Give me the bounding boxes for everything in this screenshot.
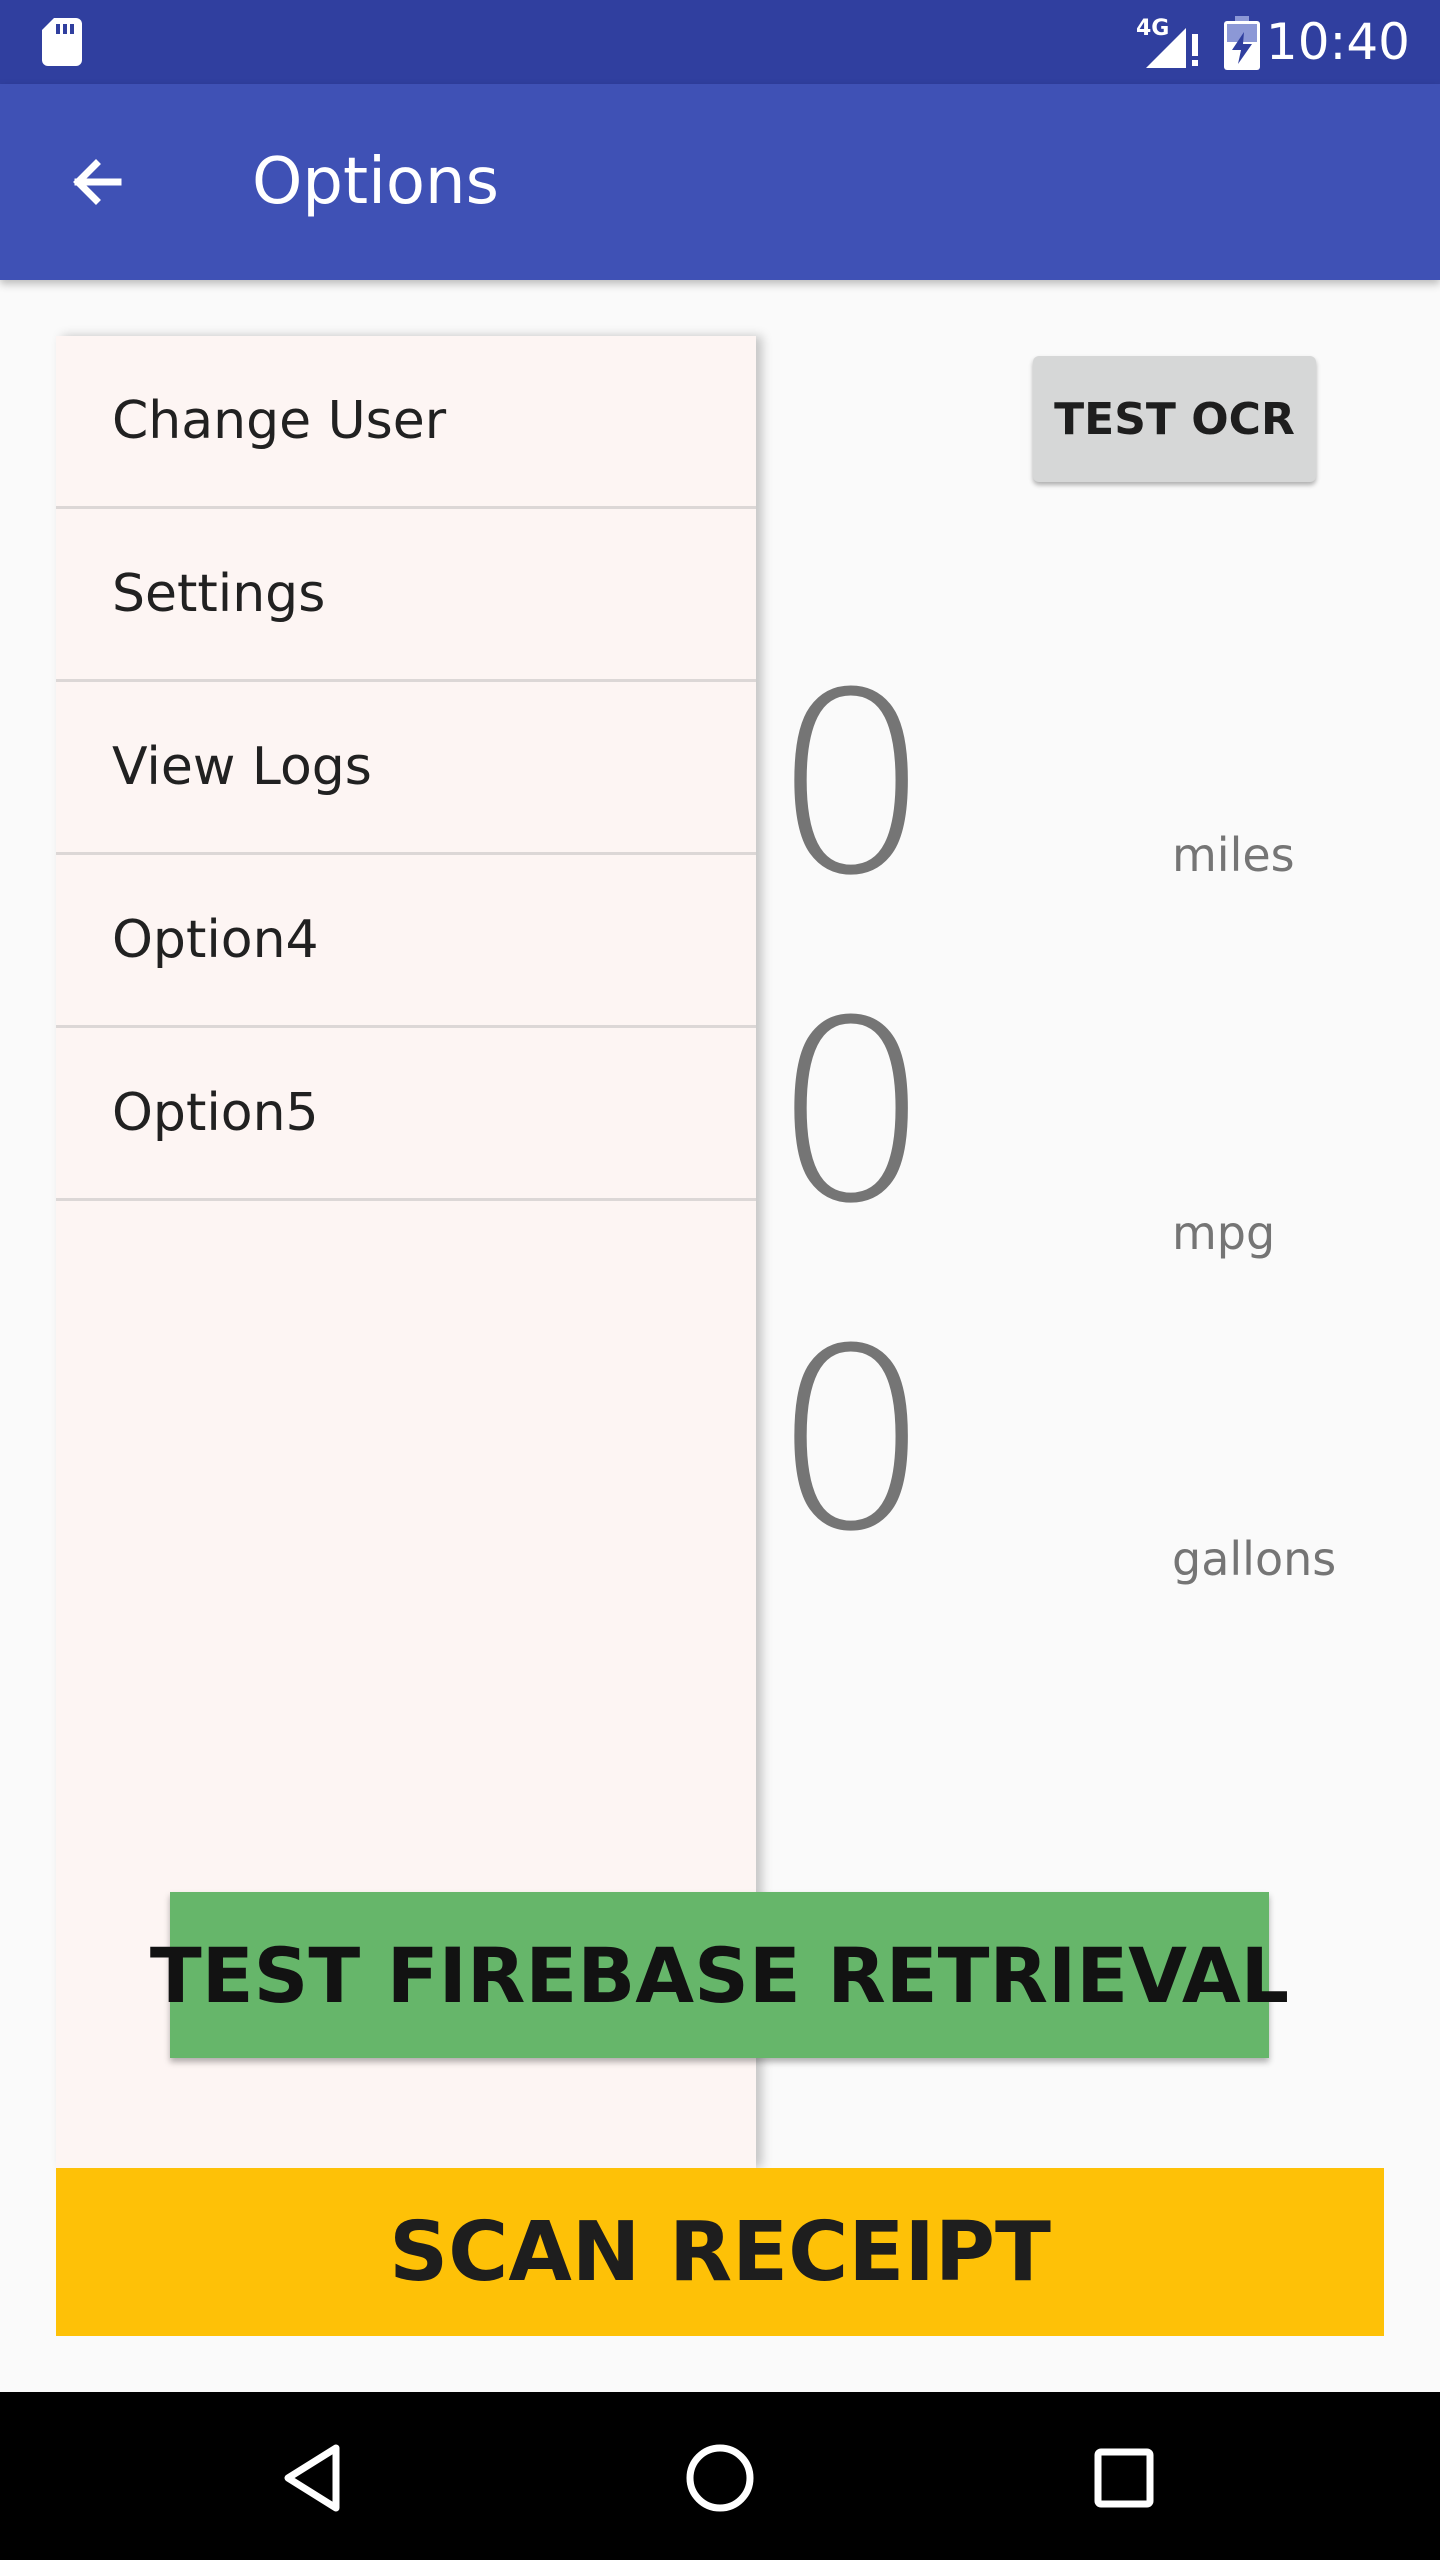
home-circle-icon[interactable] <box>680 2438 760 2518</box>
recents-square-icon[interactable] <box>1084 2438 1164 2518</box>
gallons-unit-label: gallons <box>1172 1532 1337 1586</box>
drawer-item-view-logs[interactable]: View Logs <box>56 682 756 855</box>
mpg-unit-label: mpg <box>1172 1206 1276 1260</box>
back-triangle-icon[interactable] <box>276 2438 356 2518</box>
status-bar: 4G 10:40 <box>0 0 1440 84</box>
test-firebase-retrieval-button[interactable]: TEST FIREBASE RETRIEVAL <box>150 1892 1289 2058</box>
battery-charging-icon <box>1224 16 1260 70</box>
drawer-item-option5[interactable]: Option5 <box>56 1028 756 1201</box>
status-time: 10:40 <box>1265 13 1410 71</box>
test-ocr-button[interactable]: TEST OCR <box>1033 356 1316 482</box>
sd-card-icon <box>42 18 82 66</box>
scan-receipt-button[interactable]: SCAN RECEIPT <box>56 2168 1384 2336</box>
drawer-item-label: Change User <box>112 391 447 451</box>
signal-icon <box>1146 28 1198 68</box>
drawer-item-label: View Logs <box>112 737 372 797</box>
drawer-item-label: Settings <box>112 564 326 624</box>
miles-value: 0 <box>772 639 932 930</box>
mpg-value: 0 <box>772 967 932 1258</box>
navigation-bar <box>0 2392 1440 2560</box>
app-bar: Options <box>0 84 1440 280</box>
drawer-item-option4[interactable]: Option4 <box>56 855 756 1028</box>
gallons-value: 0 <box>772 1295 932 1586</box>
arrow-left-icon[interactable] <box>60 146 132 218</box>
drawer-item-settings[interactable]: Settings <box>56 509 756 682</box>
miles-unit-label: miles <box>1172 828 1295 882</box>
page-title: Options <box>252 145 499 219</box>
drawer-item-change-user[interactable]: Change User <box>56 336 756 509</box>
drawer-item-label: Option4 <box>112 910 319 970</box>
drawer-item-label: Option5 <box>112 1083 319 1143</box>
